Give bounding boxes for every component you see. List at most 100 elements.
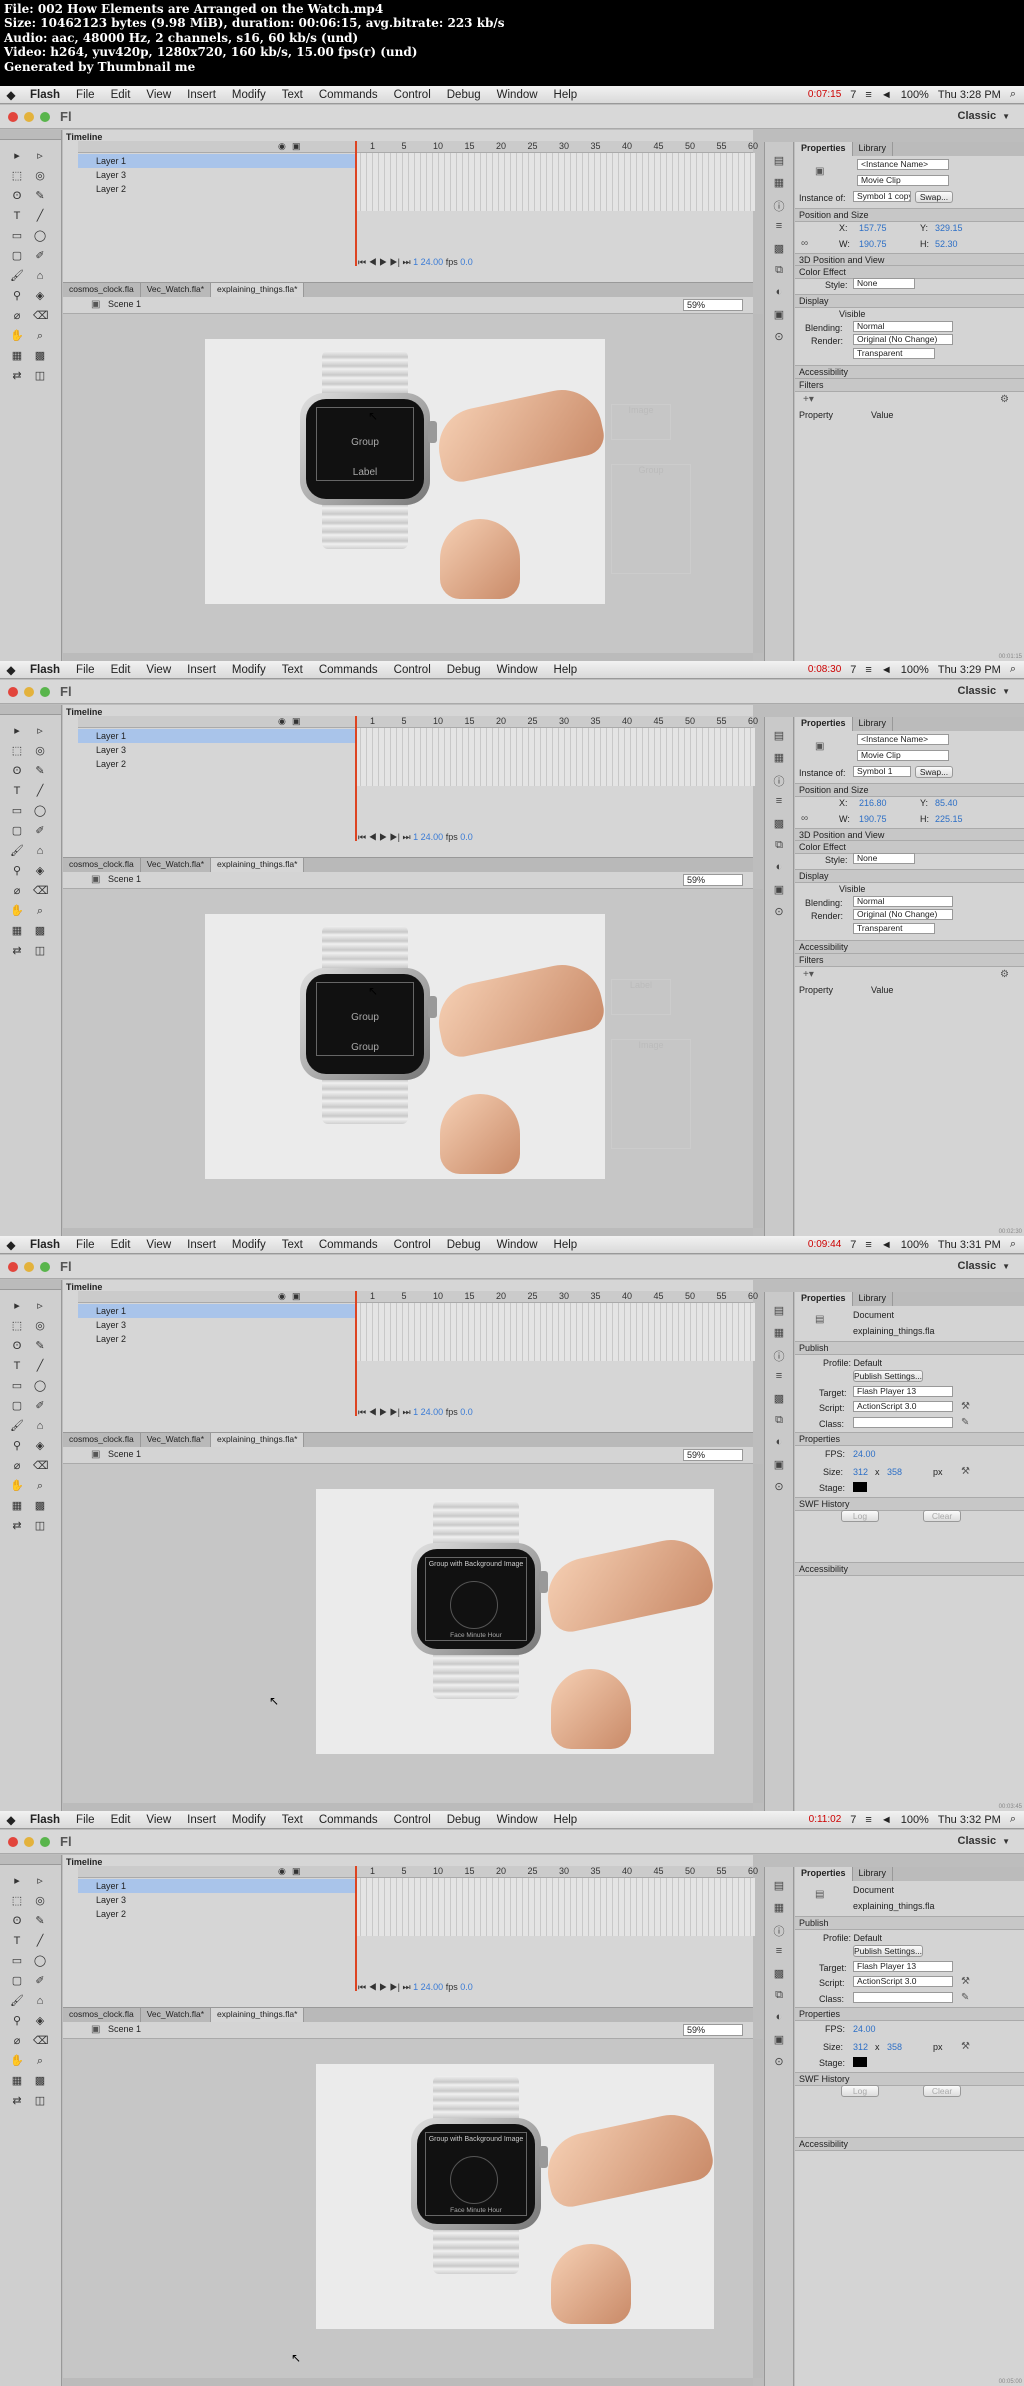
swatches-icon[interactable]: ▩ — [772, 1392, 786, 1405]
swatches-icon[interactable]: ▩ — [772, 817, 786, 830]
publish-section[interactable]: Publish — [795, 1341, 1024, 1355]
brush-tool-icon[interactable]: 🖌 — [10, 270, 24, 282]
playback-icons[interactable]: ⏮ ◀ ▶ ▶| ⏭ — [358, 257, 413, 267]
eye-icon[interactable]: ◉ — [278, 716, 286, 727]
menu-modify[interactable]: Modify — [224, 664, 274, 676]
filters-section[interactable]: Filters — [795, 953, 1024, 967]
gear-icon[interactable]: ⚙ — [1000, 969, 1009, 980]
menu-debug[interactable]: Debug — [439, 1814, 489, 1826]
layer-row[interactable]: Layer 3 — [78, 743, 358, 757]
close-button[interactable] — [8, 687, 18, 697]
menu-control[interactable]: Control — [386, 1814, 439, 1826]
selection-tool-icon[interactable]: ▸ — [10, 150, 24, 162]
link-icon[interactable]: ∞ — [801, 813, 808, 824]
horizontal-scrollbar[interactable] — [63, 1228, 753, 1236]
swap-colors-icon[interactable]: ⇄ — [10, 1520, 24, 1532]
document-properties-section[interactable]: Properties — [795, 1432, 1024, 1446]
line-tool-icon[interactable]: ╱ — [33, 1935, 47, 1947]
horizontal-scrollbar[interactable] — [63, 2378, 753, 2386]
zoom-button[interactable] — [40, 1837, 50, 1847]
brush-tool-icon[interactable]: 🖌 — [10, 845, 24, 857]
spotlight-icon[interactable]: ⌕ — [1010, 663, 1016, 676]
snap-icon[interactable]: ◫ — [33, 945, 47, 957]
text-tool-icon[interactable]: T — [10, 1360, 24, 1372]
actions-icon[interactable]: ⊙ — [772, 330, 786, 343]
text-tool-icon[interactable]: T — [10, 785, 24, 797]
menu-control[interactable]: Control — [386, 664, 439, 676]
menu-help[interactable]: Help — [546, 664, 586, 676]
deco-tool-icon[interactable]: ⌂ — [33, 270, 47, 282]
info-icon[interactable]: ⓘ — [772, 1348, 786, 1363]
actions-icon[interactable]: ⊙ — [772, 1480, 786, 1493]
vertical-scrollbar[interactable] — [753, 889, 763, 1228]
minimize-button[interactable] — [24, 1837, 34, 1847]
menu-view[interactable]: View — [138, 664, 179, 676]
menu-control[interactable]: Control — [386, 89, 439, 101]
eraser-tool-icon[interactable]: ⌫ — [33, 2035, 49, 2047]
menu-window[interactable]: Window — [489, 89, 546, 101]
stroke-color-icon[interactable]: ▦ — [10, 2075, 24, 2087]
menu-commands[interactable]: Commands — [311, 664, 386, 676]
eye-icon[interactable]: ◉ — [278, 1291, 286, 1302]
watch-image[interactable]: Group Label — [300, 351, 437, 549]
menu-help[interactable]: Help — [546, 89, 586, 101]
rectangle-tool-icon[interactable]: ▭ — [10, 230, 24, 242]
lock-icon[interactable]: ▣ — [292, 716, 301, 727]
stroke-color-icon[interactable]: ▦ — [10, 1500, 24, 1512]
render-select[interactable]: Original (No Change) — [853, 909, 953, 920]
wrench-icon[interactable]: ⚒ — [961, 1401, 970, 1412]
menu-edit[interactable]: Edit — [103, 664, 139, 676]
document-tab[interactable]: Vec_Watch.fla* — [141, 858, 212, 872]
tab-properties[interactable]: Properties — [795, 1292, 853, 1306]
lasso-tool-icon[interactable]: ʘ — [10, 1915, 24, 1927]
3d-rotation-tool-icon[interactable]: ◎ — [33, 1320, 47, 1332]
document-tab[interactable]: Vec_Watch.fla* — [141, 283, 212, 297]
spotlight-icon[interactable]: ⌕ — [1010, 1813, 1016, 1826]
hand-tool-icon[interactable]: ✋ — [10, 1480, 24, 1492]
layer-row[interactable]: Layer 2 — [78, 1332, 358, 1346]
add-filter-icon[interactable]: +▾ — [803, 969, 814, 980]
close-button[interactable] — [8, 1837, 18, 1847]
apple-menu-icon[interactable]: ◆ — [0, 663, 22, 677]
menu-insert[interactable]: Insert — [179, 1814, 224, 1826]
align-icon[interactable]: ≡ — [772, 220, 786, 232]
menu-commands[interactable]: Commands — [311, 1239, 386, 1251]
stage-color-swatch[interactable] — [853, 2057, 867, 2067]
lasso-tool-icon[interactable]: ʘ — [10, 190, 24, 202]
properties-icon[interactable]: ▤ — [772, 1879, 786, 1892]
instance-name-field[interactable]: <Instance Name> — [857, 159, 949, 170]
zoom-select[interactable]: 59% — [683, 2024, 743, 2036]
rectangle-tool-icon[interactable]: ▭ — [10, 805, 24, 817]
zoom-select[interactable]: 59% — [683, 299, 743, 311]
menu-flash[interactable]: Flash — [22, 89, 68, 101]
document-tab[interactable]: Vec_Watch.fla* — [141, 1433, 212, 1447]
lock-icon[interactable]: ▣ — [292, 141, 301, 152]
clock-time[interactable]: Thu 3:31 PM — [938, 1239, 1001, 1251]
clock-time[interactable]: Thu 3:32 PM — [938, 1814, 1001, 1826]
fill-color-icon[interactable]: ▩ — [33, 2075, 47, 2087]
script-select[interactable]: ActionScript 3.0 — [853, 1401, 953, 1412]
layer-row[interactable]: Layer 3 — [78, 1318, 358, 1332]
layer-row[interactable]: Layer 2 — [78, 757, 358, 771]
tab-properties[interactable]: Properties — [795, 1867, 853, 1881]
target-select[interactable]: Flash Player 13 — [853, 1961, 953, 1972]
zoom-tool-icon[interactable]: ⌕ — [33, 1480, 47, 1492]
components-icon[interactable]: ▣ — [772, 2033, 786, 2046]
transform-icon[interactable]: ⧉ — [772, 1989, 786, 2001]
3d-rotation-tool-icon[interactable]: ◎ — [33, 170, 47, 182]
stage-color-swatch[interactable] — [853, 1482, 867, 1492]
pen-tool-icon[interactable]: ✎ — [33, 1340, 47, 1352]
layer-row[interactable]: Layer 2 — [78, 1907, 358, 1921]
color-icon[interactable]: ◐ — [772, 1436, 786, 1448]
bone-tool-icon[interactable]: ⚲ — [10, 290, 24, 302]
clock-time[interactable]: Thu 3:28 PM — [938, 89, 1001, 101]
pencil-tool-icon[interactable]: ✐ — [33, 825, 47, 837]
menu-flash[interactable]: Flash — [22, 1814, 68, 1826]
paint-bucket-tool-icon[interactable]: ◈ — [33, 1440, 47, 1452]
pen-tool-icon[interactable]: ✎ — [33, 1915, 47, 1927]
display-section[interactable]: Display — [795, 294, 1024, 308]
menu-modify[interactable]: Modify — [224, 89, 274, 101]
subselection-tool-icon[interactable]: ▹ — [33, 725, 47, 737]
pencil-tool-icon[interactable]: ✐ — [33, 1400, 47, 1412]
align-icon[interactable]: ≡ — [772, 795, 786, 807]
